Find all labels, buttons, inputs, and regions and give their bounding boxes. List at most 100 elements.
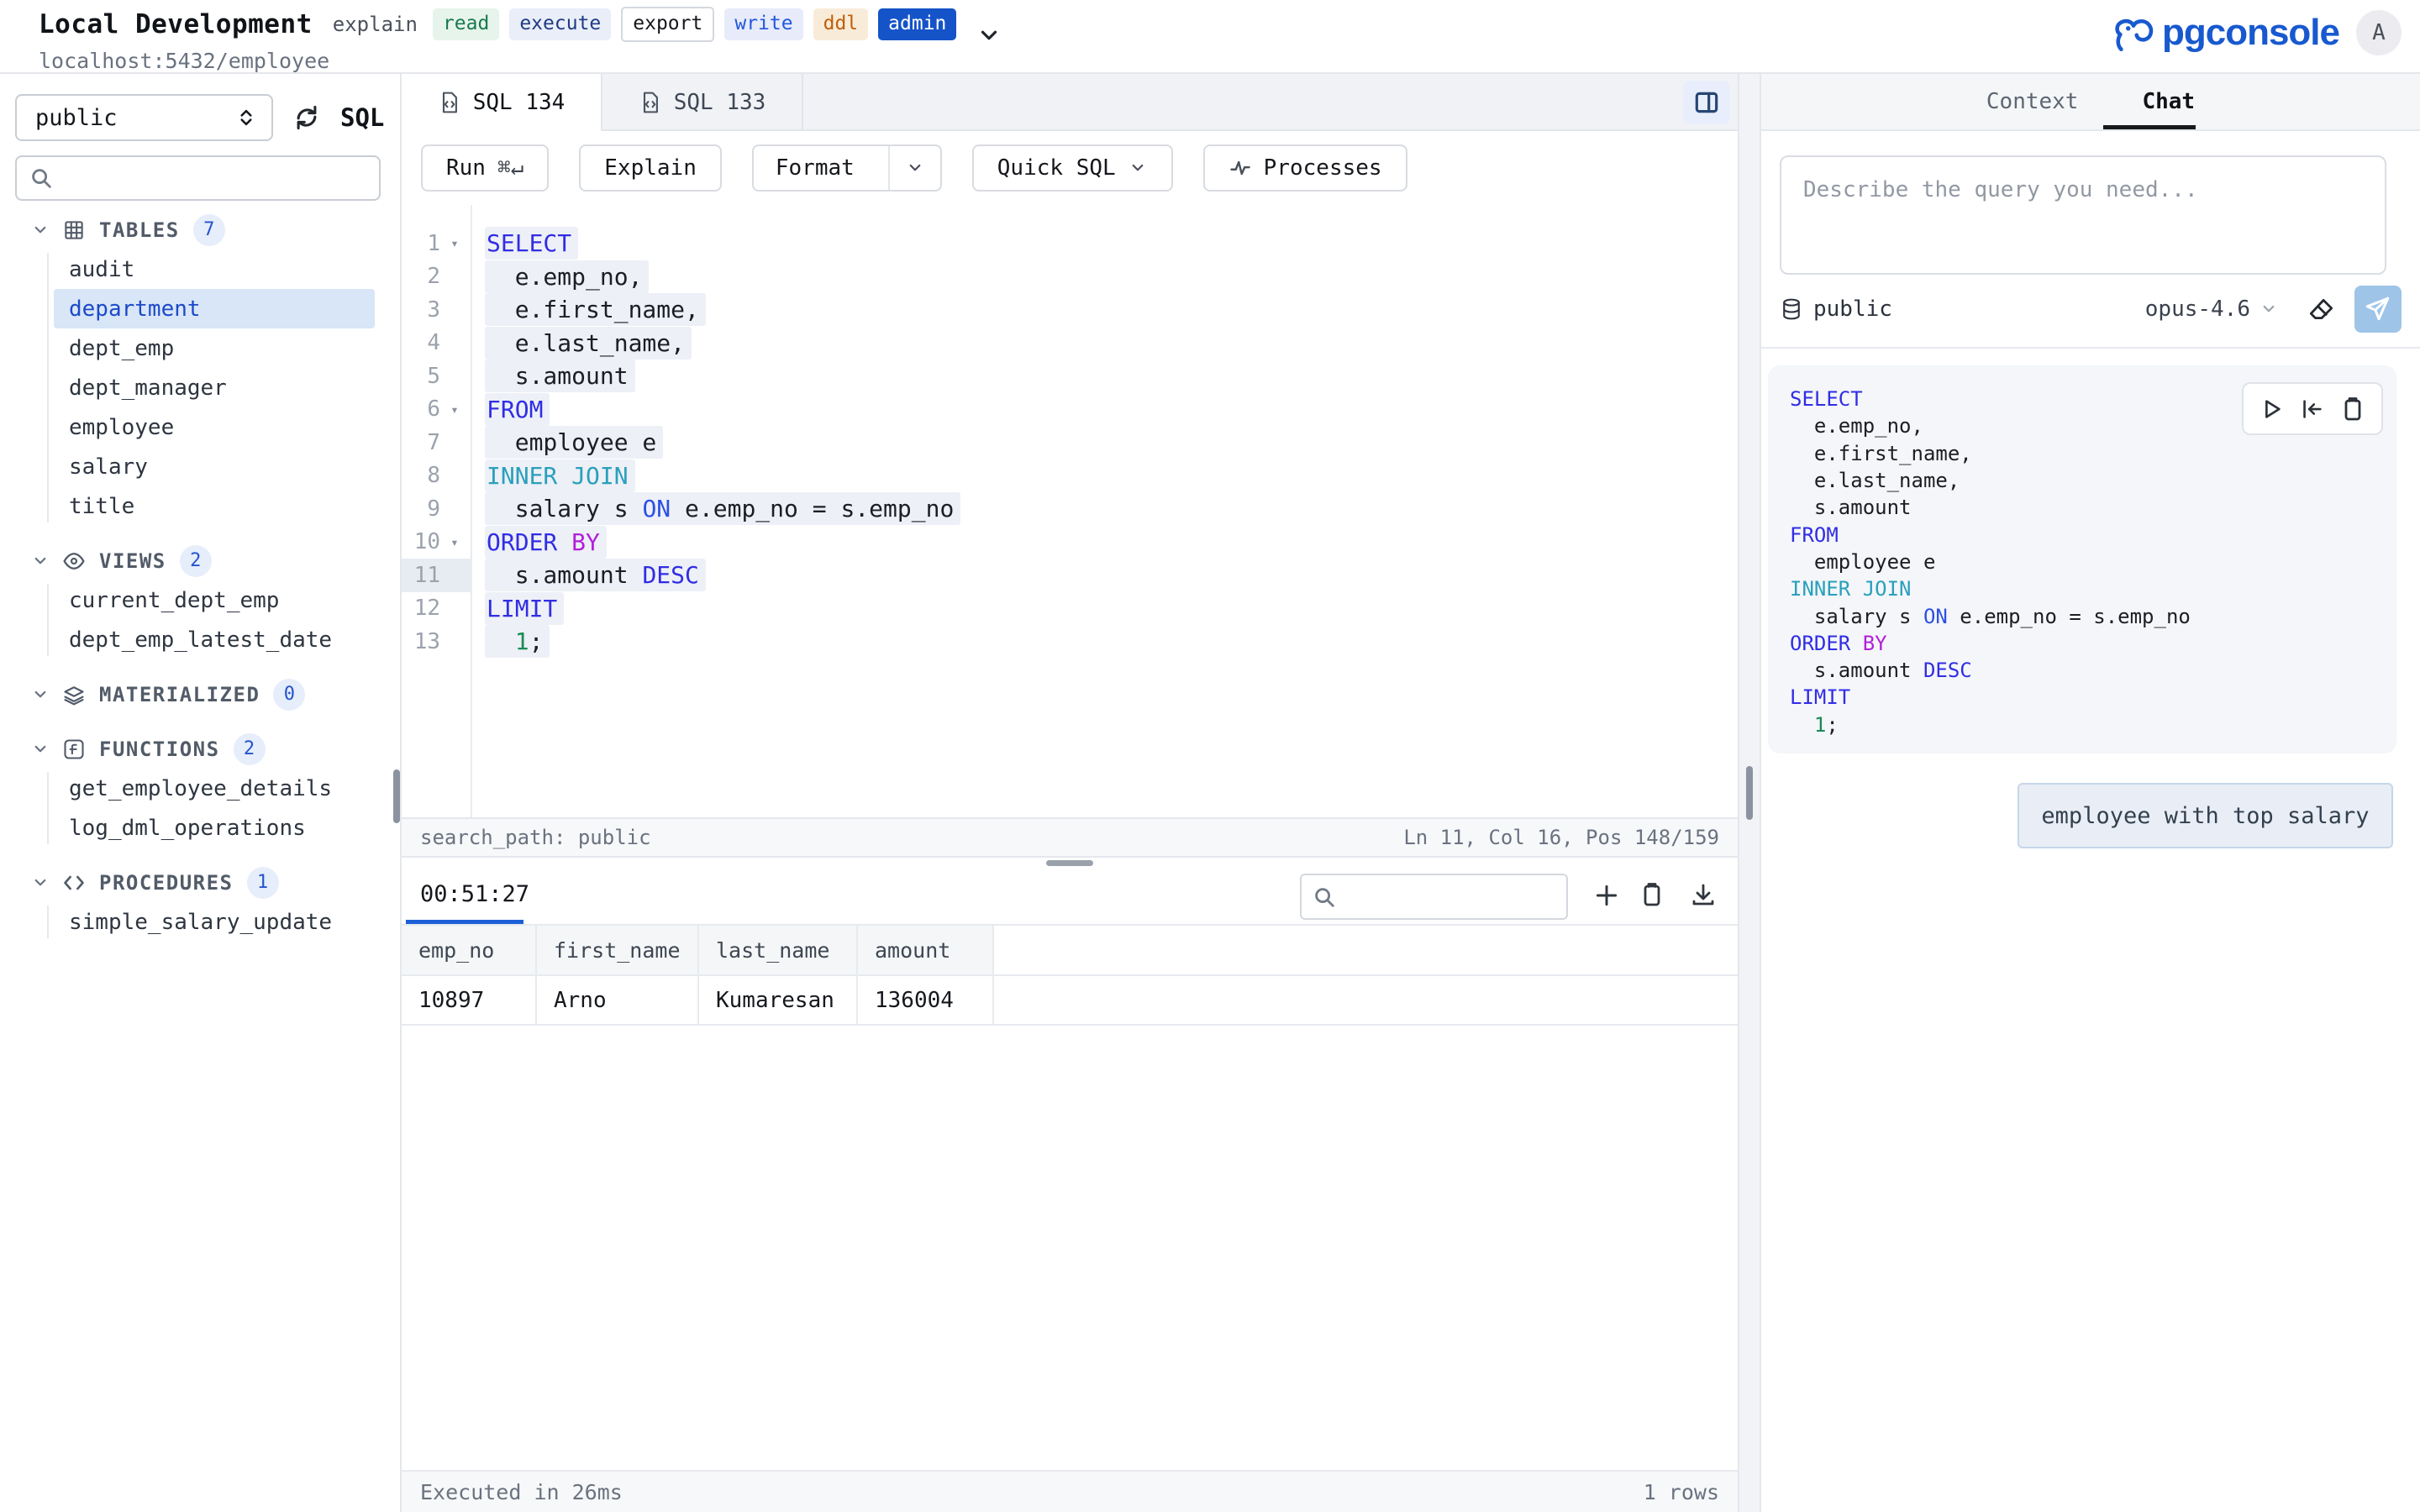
cell-amount[interactable]: 136004 — [858, 976, 994, 1024]
column-header-first_name[interactable]: first_name — [537, 926, 699, 974]
fold-marker-icon[interactable]: ▾ — [440, 402, 469, 417]
refresh-icon[interactable] — [292, 102, 322, 133]
code-line-7[interactable]: employee e — [485, 426, 1738, 459]
tab-sql-134[interactable]: SQL 134 — [402, 74, 602, 131]
fold-marker-icon[interactable]: ▾ — [440, 534, 469, 550]
cell-first_name[interactable]: Arno — [537, 976, 699, 1024]
panel-divider[interactable] — [1738, 74, 1761, 1512]
gutter-line-7[interactable]: 7 — [402, 426, 471, 459]
split-panel-button[interactable] — [1683, 81, 1730, 124]
tree-item-dept_emp_latest_date[interactable]: dept_emp_latest_date — [54, 620, 375, 659]
copy-code-icon[interactable] — [2339, 396, 2366, 423]
gutter-line-1[interactable]: 1▾ — [402, 227, 471, 260]
add-result-tab-icon[interactable] — [1592, 881, 1621, 910]
sql-file-icon — [438, 91, 461, 114]
result-tab-timer[interactable]: 00:51:27 — [420, 881, 529, 907]
tree-item-dept_manager[interactable]: dept_manager — [54, 368, 375, 407]
chat-prompt-input[interactable] — [1780, 155, 2386, 275]
code-line-2[interactable]: e.emp_no, — [485, 260, 1738, 294]
gutter-line-4[interactable]: 4 — [402, 327, 471, 360]
model-select[interactable]: opus-4.6 — [2145, 297, 2279, 322]
tree-item-dept_emp[interactable]: dept_emp — [54, 328, 375, 368]
tab-label: SQL 133 — [674, 90, 766, 115]
editor-code[interactable]: SELECT e.emp_no, e.first_name, e.last_na… — [472, 205, 1738, 817]
code-line-6[interactable]: FROM — [485, 393, 1738, 427]
gutter-line-8[interactable]: 8 — [402, 459, 471, 493]
user-chat-message: employee with top salary — [2018, 783, 2393, 848]
column-header-last_name[interactable]: last_name — [699, 926, 858, 974]
tree-item-title[interactable]: title — [54, 486, 375, 526]
gutter-line-11[interactable]: 11 — [402, 559, 471, 592]
column-header-emp_no[interactable]: emp_no — [402, 926, 537, 974]
send-button[interactable] — [2354, 286, 2402, 333]
sidebar-search-input[interactable] — [15, 155, 381, 201]
clear-chat-icon[interactable] — [2307, 295, 2336, 323]
main-panel: SQL 134 SQL 133 Run ⌘↵ Explain Format Qu… — [402, 74, 1738, 1512]
tree-item-simple_salary_update[interactable]: simple_salary_update — [54, 902, 375, 942]
tree-item-salary[interactable]: salary — [54, 447, 375, 486]
section-header-materialized[interactable]: MATERIALIZED0 — [0, 675, 400, 714]
code-line-9[interactable]: salary s ON e.emp_no = s.emp_no — [485, 492, 1738, 526]
code-line-11[interactable]: s.amount DESC — [485, 559, 1738, 592]
panel-divider-handle[interactable] — [1746, 766, 1753, 820]
code-line-8[interactable]: INNER JOIN — [485, 459, 1738, 493]
tree-item-log_dml_operations[interactable]: log_dml_operations — [54, 808, 375, 848]
tree-item-current_dept_emp[interactable]: current_dept_emp — [54, 580, 375, 620]
code-line-10[interactable]: ORDER BY — [485, 526, 1738, 559]
gutter-line-10[interactable]: 10▾ — [402, 526, 471, 559]
code-line-13[interactable]: 1; — [485, 625, 1738, 659]
results-search-input[interactable] — [1300, 874, 1568, 920]
line-number: 6 — [402, 396, 440, 422]
sidebar-scrollbar-handle[interactable] — [393, 769, 400, 823]
tree-item-audit[interactable]: audit — [54, 249, 375, 289]
horizontal-splitter[interactable] — [402, 858, 1738, 868]
tree-item-employee[interactable]: employee — [54, 407, 375, 447]
table-row[interactable]: 10897ArnoKumaresan136004 — [402, 976, 1738, 1026]
tree-item-get_employee_details[interactable]: get_employee_details — [54, 769, 375, 808]
explain-button[interactable]: Explain — [579, 144, 722, 192]
code-line-5[interactable]: s.amount — [485, 360, 1738, 393]
section-header-views[interactable]: VIEWS2 — [0, 541, 400, 580]
format-button[interactable]: Format — [752, 144, 942, 192]
sql-editor[interactable]: 1▾23456▾78910▾111213 SELECT e.emp_no, e.… — [402, 205, 1738, 817]
gutter-line-12[interactable]: 12 — [402, 592, 471, 626]
pgconsole-logo-icon — [2112, 10, 2157, 55]
code-line-12[interactable]: LIMIT — [485, 592, 1738, 626]
section-header-procedures[interactable]: PROCEDURES1 — [0, 863, 400, 902]
gutter-line-3[interactable]: 3 — [402, 293, 471, 327]
cell-last_name[interactable]: Kumaresan — [699, 976, 858, 1024]
gutter-line-2[interactable]: 2 — [402, 260, 471, 294]
fold-marker-icon[interactable]: ▾ — [440, 235, 469, 251]
download-results-icon[interactable] — [1690, 881, 1717, 908]
processes-button[interactable]: Processes — [1203, 144, 1407, 192]
gutter-line-6[interactable]: 6▾ — [402, 393, 471, 427]
split-panel-icon — [1692, 88, 1721, 117]
chevron-down-icon[interactable] — [888, 146, 940, 190]
run-code-icon[interactable] — [2259, 396, 2284, 422]
chevron-down-icon[interactable] — [976, 23, 1002, 48]
code-line-3[interactable]: e.first_name, — [485, 293, 1738, 327]
gutter-line-5[interactable]: 5 — [402, 360, 471, 393]
tab-sql-133[interactable]: SQL 133 — [602, 74, 803, 131]
tab-chat[interactable]: Chat — [2142, 89, 2195, 114]
run-button[interactable]: Run ⌘↵ — [421, 144, 549, 192]
section-header-functions[interactable]: FUNCTIONS2 — [0, 729, 400, 769]
quick-sql-button[interactable]: Quick SQL — [972, 144, 1173, 192]
code-line-1[interactable]: SELECT — [485, 227, 1738, 260]
splitter-handle[interactable] — [1046, 860, 1093, 866]
cell-emp_no[interactable]: 10897 — [402, 976, 537, 1024]
tree-item-department[interactable]: department — [54, 289, 375, 328]
gutter-line-9[interactable]: 9 — [402, 492, 471, 526]
section-header-tables[interactable]: TABLES7 — [0, 210, 400, 249]
gutter-line-13[interactable]: 13 — [402, 625, 471, 659]
code-line-4[interactable]: e.last_name, — [485, 327, 1738, 360]
tab-context[interactable]: Context — [1986, 89, 2079, 114]
column-header-amount[interactable]: amount — [858, 926, 994, 974]
schema-select[interactable]: public — [15, 94, 273, 141]
section-count-badge: 0 — [273, 679, 305, 711]
insert-into-editor-icon[interactable] — [2299, 396, 2324, 422]
copy-results-icon[interactable] — [1639, 881, 1665, 908]
sql-mode-label[interactable]: SQL — [340, 103, 384, 132]
results-toolbar: 00:51:27 — [402, 868, 1738, 926]
avatar[interactable]: A — [2356, 10, 2402, 55]
